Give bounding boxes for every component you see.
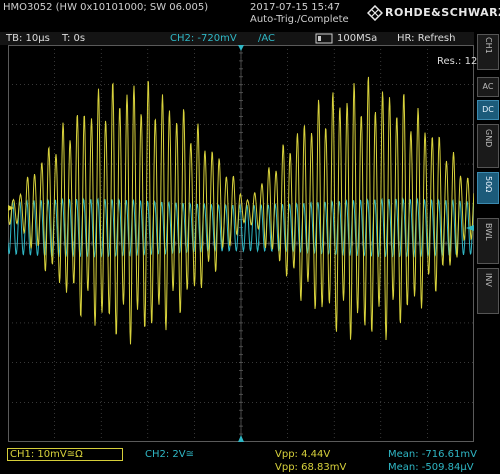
channel-select[interactable]: CH1	[477, 34, 499, 70]
ch1-vpp: Vpp: 4.44V	[275, 449, 331, 460]
acquisition-status: Auto-Trig./Complete	[250, 14, 349, 25]
brand-name: ROHDE&SCHWARZ	[385, 6, 500, 19]
ch1-scale[interactable]: CH1: 10mV≅Ω	[10, 449, 83, 461]
record-mode[interactable]: HR: Refresh	[397, 32, 455, 45]
ch2-vpp: Vpp: 68.83mV	[275, 462, 347, 473]
trigger-time[interactable]: T: 0s	[62, 32, 85, 45]
ch2-mean: Mean: -509.84µV	[388, 462, 474, 473]
coupling-ac-button[interactable]: AC	[477, 77, 499, 97]
trigger-position-marker	[238, 45, 244, 51]
bwl-button[interactable]: BWL	[477, 218, 499, 264]
impedance-50-button[interactable]: 50Ω	[477, 172, 499, 204]
info-bar: TB: 10µs T: 0s CH2: -720mV /AC 100MSa HR…	[0, 32, 474, 45]
graticule	[8, 45, 474, 442]
trigger-level[interactable]: CH2: -720mV	[170, 32, 237, 45]
ch1-mean: Mean: -716.61mV	[388, 449, 477, 460]
impedance-label: 50Ω	[484, 176, 493, 193]
brand-mark-icon	[367, 5, 383, 21]
bwl-label: BWL	[484, 223, 493, 241]
inv-button[interactable]: INV	[477, 268, 499, 314]
coupling-dc-button[interactable]: DC	[477, 100, 499, 120]
timebase[interactable]: TB: 10µs	[6, 32, 50, 45]
channel-label: CH1	[484, 37, 493, 54]
inv-label: INV	[484, 273, 493, 287]
trigger-bottom-marker	[238, 435, 244, 442]
sample-rate: 100MSa	[337, 33, 378, 44]
gnd-button[interactable]: GND	[477, 124, 499, 168]
trigger-slope[interactable]: /AC	[258, 32, 275, 45]
gnd-label: GND	[484, 129, 493, 148]
ch2-scale[interactable]: CH2: 2V≅	[145, 449, 194, 461]
memory-icon	[315, 33, 333, 44]
waveform-display[interactable]	[8, 45, 474, 442]
device-info: HMO3052 (HW 0x10101000; SW 06.005)	[3, 2, 209, 13]
brand-logo: ROHDE&SCHWARZ	[367, 5, 500, 23]
datetime: 2017-07-15 15:47	[250, 2, 341, 13]
channel-menu: CH1 AC DC GND 50Ω BWL INV	[476, 32, 500, 407]
